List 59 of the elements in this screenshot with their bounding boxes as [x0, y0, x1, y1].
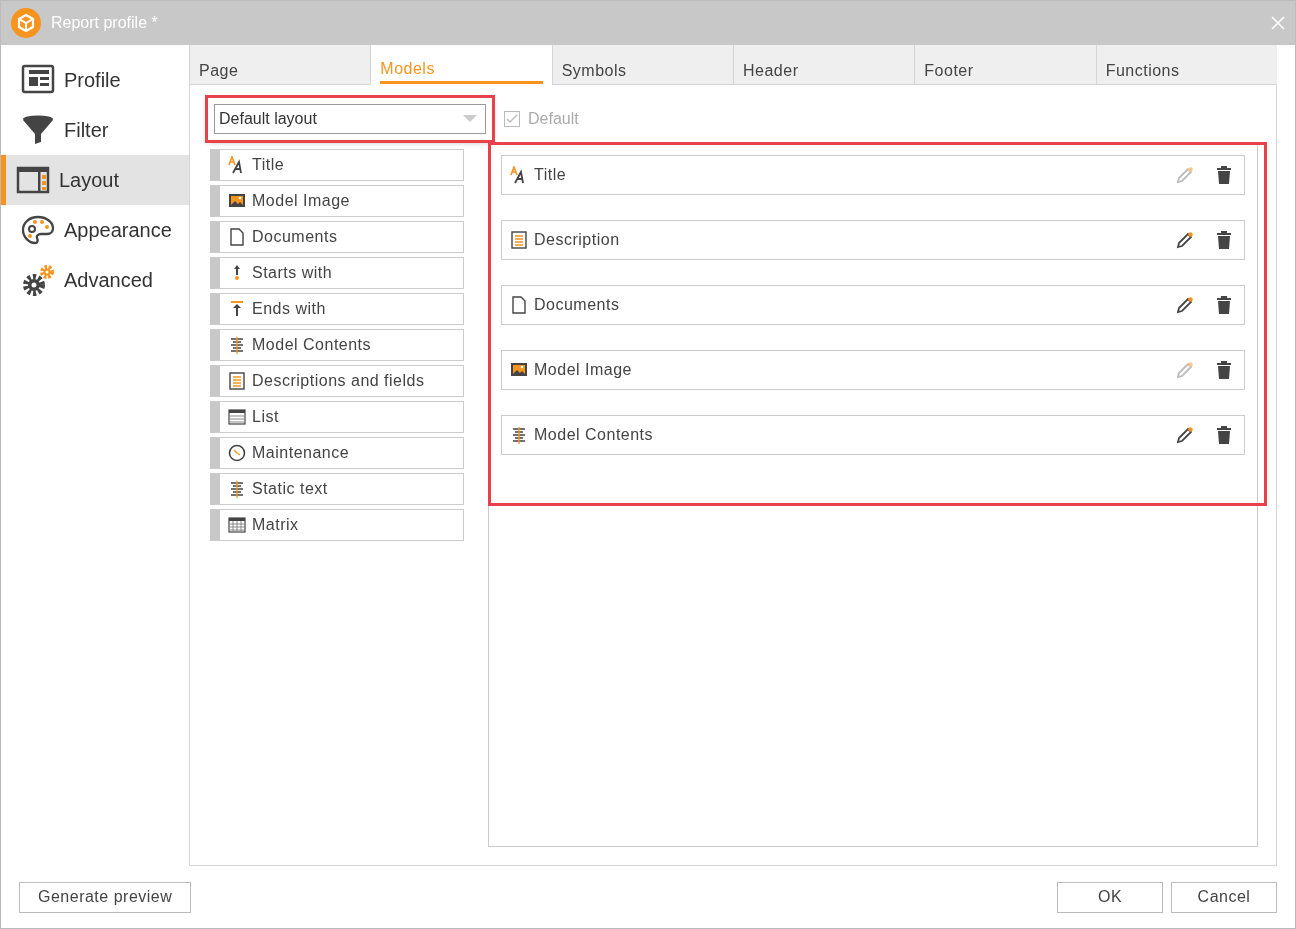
- sidebar-item[interactable]: Appearance: [1, 205, 189, 255]
- layout-element[interactable]: Model Contents: [501, 415, 1245, 455]
- element-item[interactable]: Starts with: [210, 257, 464, 289]
- sidebar-item[interactable]: Profile: [1, 55, 189, 105]
- element-item[interactable]: Ends with: [210, 293, 464, 325]
- element-item[interactable]: Model Image: [210, 185, 464, 217]
- document-icon: [510, 296, 528, 314]
- element-item[interactable]: Title: [210, 149, 464, 181]
- sidebar-item[interactable]: Layout: [1, 155, 189, 205]
- clock-icon: [228, 444, 246, 462]
- dropdown-arrow-icon: [463, 115, 477, 123]
- image-icon: [510, 361, 528, 379]
- text-lines-icon: [510, 426, 528, 444]
- funnel-icon: [20, 114, 56, 146]
- gears-icon: [20, 264, 56, 296]
- element-item[interactable]: Matrix: [210, 509, 464, 541]
- text-lines-icon: [228, 480, 246, 498]
- layout-element[interactable]: Documents: [501, 285, 1245, 325]
- tab[interactable]: Functions: [1095, 45, 1277, 85]
- layout-element[interactable]: Model Image: [501, 350, 1245, 390]
- pencil-icon[interactable]: [1176, 296, 1194, 314]
- trash-icon[interactable]: [1216, 360, 1232, 380]
- image-icon: [228, 192, 246, 210]
- ok-button[interactable]: OK: [1057, 881, 1163, 913]
- trash-icon[interactable]: [1216, 295, 1232, 315]
- trash-icon[interactable]: [1216, 230, 1232, 250]
- element-item[interactable]: List: [210, 401, 464, 433]
- app-logo-icon: [11, 8, 41, 38]
- tab[interactable]: Header: [733, 45, 915, 85]
- form-icon: [228, 372, 246, 390]
- sidebar-item[interactable]: Advanced: [1, 255, 189, 305]
- element-item[interactable]: Model Contents: [210, 329, 464, 361]
- sidebar-item[interactable]: Filter: [1, 105, 189, 155]
- form-icon: [510, 231, 528, 249]
- element-item[interactable]: Descriptions and fields: [210, 365, 464, 397]
- element-item[interactable]: Documents: [210, 221, 464, 253]
- layout-element[interactable]: Description: [501, 220, 1245, 260]
- layout-dropdown[interactable]: Default layout: [214, 104, 486, 134]
- layout-element[interactable]: Title: [501, 155, 1245, 195]
- palette-icon: [20, 214, 56, 246]
- generate-preview-button[interactable]: Generate preview: [19, 881, 192, 913]
- grid-icon: [228, 516, 246, 534]
- trash-icon[interactable]: [1216, 165, 1232, 185]
- pencil-icon[interactable]: [1176, 426, 1194, 444]
- pencil-icon[interactable]: [1176, 231, 1194, 249]
- arrow-up-icon: [228, 300, 246, 318]
- element-item[interactable]: Maintenance: [210, 437, 464, 469]
- document-icon: [228, 228, 246, 246]
- tab[interactable]: Footer: [914, 45, 1096, 85]
- tab[interactable]: Page: [189, 45, 371, 85]
- profile-icon: [20, 64, 56, 96]
- checkbox-label: Default: [528, 109, 579, 129]
- text-lines-icon: [228, 336, 246, 354]
- trash-icon[interactable]: [1216, 425, 1232, 445]
- tab[interactable]: Symbols: [551, 45, 733, 85]
- layout-icon: [15, 164, 51, 196]
- element-item[interactable]: Static text: [210, 473, 464, 505]
- cancel-button[interactable]: Cancel: [1171, 881, 1277, 913]
- list-icon: [228, 408, 246, 426]
